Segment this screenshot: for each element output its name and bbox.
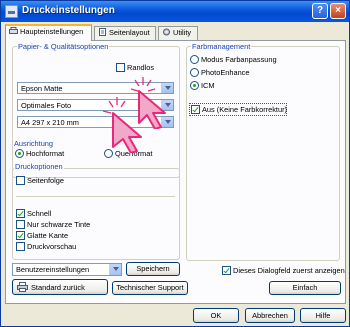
color-management-group-label: Farbmanagement [191,42,252,51]
fast-label: Schnell [27,209,52,218]
window-title: Druckeinstellungen [22,5,115,16]
title-bar[interactable]: Druckeinstellungen ? × [1,1,349,22]
reverse-order-checkbox[interactable] [16,176,25,185]
borderless-checkbox[interactable] [116,63,125,72]
print-options-group-label: Druckoptionen [14,162,64,171]
tab-label: Utility [173,28,192,37]
black-only-checkbox[interactable] [16,220,25,229]
main-settings-icon [9,27,18,35]
tab-label: Seitenlayout [109,28,150,37]
close-button[interactable]: × [330,3,346,19]
tab-page-layout[interactable]: Seitenlayout [94,26,156,40]
page-layout-icon [99,28,106,37]
color-adjust-radio[interactable] [190,55,199,64]
tab-strip: Haupteinstellungen Seitenlayout Utility [1,23,349,41]
reverse-order-label: Seitenfolge [27,176,64,185]
divider [16,196,175,197]
no-color-correction-checkbox[interactable] [191,105,200,114]
simple-button[interactable]: Einfach [269,281,341,295]
restore-default-label: Standard zurück [31,283,85,292]
color-adjust-label: Modus Farbanpassung [201,55,277,64]
photo-enhance-radio[interactable] [190,68,199,77]
main-settings-panel: Papier- & Qualitätsoptionen Randlos Epso… [5,40,346,304]
show-dialog-first-checkbox[interactable] [222,266,231,275]
show-dialog-first-label: Dieses Dialogfeld zuerst anzeigen [233,266,345,275]
smooth-edges-checkbox[interactable] [16,231,25,240]
media-type-value: Epson Matte [21,84,63,93]
printer-icon [5,5,18,18]
user-settings-value: Benutzereinstellungen [16,265,90,274]
photo-enhance-label: PhotoEnhance [201,68,250,77]
save-button[interactable]: Speichern [126,262,180,276]
quality-value: Optimales Foto [21,101,72,110]
black-only-label: Nur schwarze Tinte [27,220,91,229]
utility-icon [163,28,170,36]
paper-quality-group-label: Papier- & Qualitätsoptionen [17,42,110,51]
print-preview-checkbox[interactable] [16,242,25,251]
paper-size-value: A4 297 x 210 mm [21,118,79,127]
smooth-edges-label: Glatte Kante [27,231,69,240]
printer-icon [17,282,28,292]
icm-label: ICM [201,81,215,90]
orientation-group-label: Ausrichtung [13,139,55,148]
click-cursor-icon [102,97,142,153]
borderless-label: Randlos [127,63,155,72]
tab-main-settings[interactable]: Haupteinstellungen [5,24,92,41]
chevron-down-icon [109,264,121,275]
ok-button[interactable]: OK [193,308,239,323]
user-settings-select[interactable]: Benutzereinstellungen [12,263,122,276]
portrait-radio[interactable] [15,149,24,158]
tab-label: Haupteinstellungen [20,27,84,36]
help-button[interactable]: ? [312,3,328,19]
print-settings-dialog: Druckeinstellungen ? × Haupteinstellunge… [0,0,350,327]
portrait-label: Hochformat [26,149,65,158]
no-color-correction-option[interactable]: Aus (Keine Farbkorrektur) [189,103,287,116]
no-color-correction-label: Aus (Keine Farbkorrektur) [202,105,288,114]
icm-radio[interactable] [190,81,199,90]
fast-checkbox[interactable] [16,209,25,218]
restore-default-button[interactable]: Standard zurück [12,279,108,295]
color-management-group [186,46,340,261]
tab-utility[interactable]: Utility [158,26,198,40]
cancel-button[interactable]: Abbrechen [245,308,295,323]
print-preview-label: Druckvorschau [27,242,77,251]
help-footer-button[interactable]: Hilfe [300,308,346,323]
technical-support-button[interactable]: Technischer Support [112,281,188,295]
